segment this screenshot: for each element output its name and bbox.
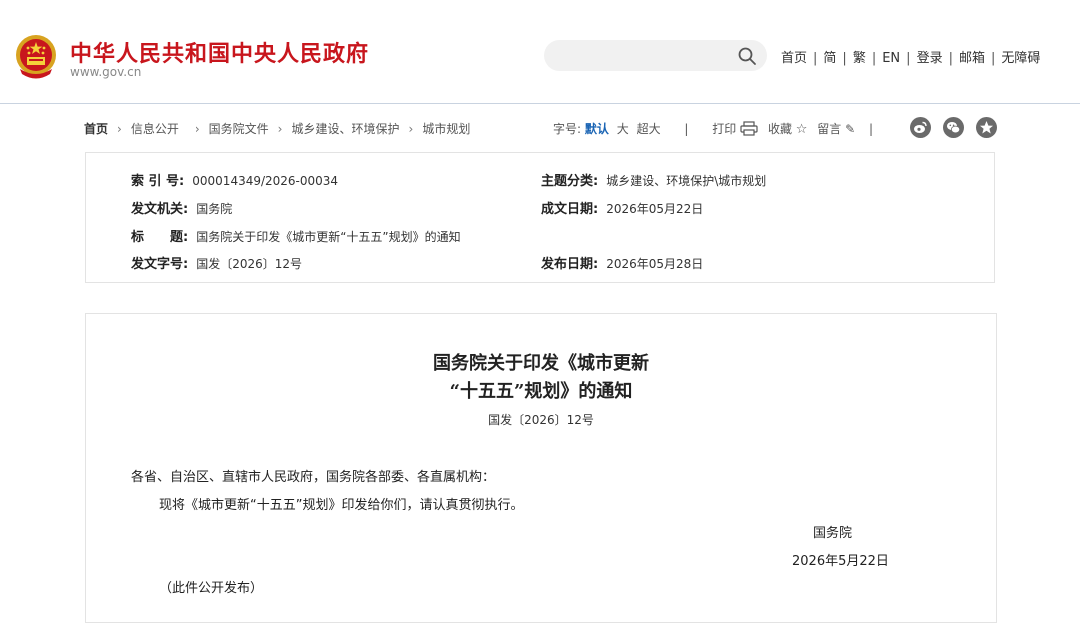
document-paragraph: 现将《城市更新“十五五”规划》印发给你们，请认真贯彻执行。 xyxy=(159,498,524,513)
weibo-share-button[interactable] xyxy=(910,117,931,138)
meta-title-value: 国务院关于印发《城市更新“十五五”规划》的通知 xyxy=(196,230,461,244)
chevron-right-icon: › xyxy=(277,122,283,136)
chevron-right-icon: › xyxy=(117,122,122,136)
comment-button[interactable]: 留言 ✎ xyxy=(817,122,859,136)
header-divider xyxy=(0,103,1080,104)
chevron-right-icon: › xyxy=(408,122,414,136)
nav-separator: | xyxy=(906,51,911,66)
meta-issuer-label: 发文机关: xyxy=(131,202,189,217)
site-header: 中华人民共和国中央人民政府 www.gov.cn 首页 | 简 | 繁 | EN | 登录 | 邮箱… xyxy=(0,0,1080,104)
document-signature: 国务院 xyxy=(813,526,853,541)
printer-icon xyxy=(740,121,758,136)
favorite-button[interactable]: 收藏 ☆ xyxy=(767,122,811,137)
tools-separator: | xyxy=(869,122,874,136)
pencil-icon: ✎ xyxy=(845,122,856,136)
nav-separator: | xyxy=(990,51,996,66)
breadcrumb-urban-planning[interactable]: 城市规划 xyxy=(422,122,470,136)
national-emblem-icon xyxy=(16,35,56,79)
meta-category-row: 主题分类: 城乡建设、环境保护\城市规划 xyxy=(541,170,766,189)
document-public-note: （此件公开发布） xyxy=(159,581,264,596)
wechat-icon xyxy=(947,122,961,134)
meta-published-date-value: 2026年05月28日 xyxy=(606,257,704,271)
site-title[interactable]: 中华人民共和国中央人民政府 xyxy=(70,36,369,68)
meta-issuer-row: 发文机关: 国务院 xyxy=(131,198,232,217)
document-body: 国务院关于印发《城市更新 “十五五”规划》的通知 国发〔2026〕12号 各省、… xyxy=(85,313,997,623)
document-title: 国务院关于印发《城市更新 “十五五”规划》的通知 xyxy=(86,350,996,406)
meta-category-value: 城乡建设、环境保护\城市规划 xyxy=(606,174,767,188)
chevron-right-icon: › xyxy=(194,122,200,136)
font-xlarge-button[interactable]: 超大 xyxy=(637,122,661,136)
breadcrumb: 首页 › 信息公开 › 国务院文件 › 城乡建设、环境保护 › 城市规划 xyxy=(84,120,470,137)
nav-traditional[interactable]: 繁 xyxy=(853,51,866,66)
wechat-share-button[interactable] xyxy=(943,117,964,138)
meta-written-date-label: 成文日期: xyxy=(541,202,599,217)
tools-separator: | xyxy=(684,122,689,136)
breadcrumb-info-public[interactable]: 信息公开 xyxy=(131,122,179,136)
star-icon: ☆ xyxy=(795,122,808,137)
document-title-line-1: 国务院关于印发《城市更新 xyxy=(433,353,649,374)
meta-title-row: 标 题: 国务院关于印发《城市更新“十五五”规划》的通知 xyxy=(131,226,461,245)
meta-index-row: 索 引 号: 000014349/2026-00034 xyxy=(131,170,338,189)
breadcrumb-urban-rural[interactable]: 城乡建设、环境保护 xyxy=(291,122,399,136)
meta-docno-row: 发文字号: 国发〔2026〕12号 xyxy=(131,253,302,272)
meta-index-value: 000014349/2026-00034 xyxy=(192,174,339,188)
nav-mail[interactable]: 邮箱 xyxy=(959,51,985,66)
breadcrumb-home[interactable]: 首页 xyxy=(84,122,108,136)
search-icon[interactable] xyxy=(737,46,757,66)
meta-category-label: 主题分类: xyxy=(541,174,599,189)
meta-written-date-row: 成文日期: 2026年05月22日 xyxy=(541,198,703,217)
nav-separator: | xyxy=(871,51,877,66)
favorite-label: 收藏 xyxy=(767,122,792,136)
meta-index-label: 索 引 号: xyxy=(131,174,185,189)
nav-simplified[interactable]: 简 xyxy=(823,51,836,66)
weibo-icon xyxy=(914,121,927,133)
nav-english[interactable]: EN xyxy=(882,51,900,66)
nav-separator: | xyxy=(813,51,818,66)
top-nav: 首页 | 简 | 繁 | EN | 登录 | 邮箱 | 无障碍 xyxy=(781,47,1040,66)
breadcrumb-state-council-docs[interactable]: 国务院文件 xyxy=(209,122,269,136)
qzone-share-button[interactable] xyxy=(976,117,997,138)
nav-accessibility[interactable]: 无障碍 xyxy=(1001,51,1040,66)
nav-login[interactable]: 登录 xyxy=(917,51,943,66)
document-meta-table: 索 引 号: 000014349/2026-00034 主题分类: 城乡建设、环境保… xyxy=(85,152,995,283)
search-box xyxy=(544,40,767,71)
document-title-line-2: “十五五”规划》的通知 xyxy=(449,381,633,402)
meta-published-date-label: 发布日期: xyxy=(541,257,599,272)
article-tools: 字号: 默认 大 超大 | 打印 收藏 ☆ 留言 ✎ | xyxy=(553,120,883,137)
font-large-button[interactable]: 大 xyxy=(617,122,629,136)
font-size-label: 字号: xyxy=(553,122,582,136)
meta-docno-label: 发文字号: xyxy=(131,257,189,272)
meta-written-date-value: 2026年05月22日 xyxy=(606,202,704,216)
nav-separator: | xyxy=(948,51,953,66)
nav-separator: | xyxy=(842,51,847,66)
qzone-icon xyxy=(980,121,993,134)
print-button[interactable]: 打印 xyxy=(712,121,762,136)
print-label: 打印 xyxy=(712,122,737,136)
document-salutation: 各省、自治区、直辖市人民政府，国务院各部委、各直属机构： xyxy=(131,470,496,485)
font-default-button[interactable]: 默认 xyxy=(585,122,609,136)
meta-issuer-value: 国务院 xyxy=(196,202,233,216)
nav-home[interactable]: 首页 xyxy=(781,51,807,66)
site-domain: www.gov.cn xyxy=(70,65,142,79)
comment-label: 留言 xyxy=(817,122,842,136)
meta-docno-value: 国发〔2026〕12号 xyxy=(196,257,303,271)
document-date: 2026年5月22日 xyxy=(792,554,889,569)
meta-title-label: 标 题: xyxy=(131,230,189,245)
meta-published-date-row: 发布日期: 2026年05月28日 xyxy=(541,253,703,272)
document-number: 国发〔2026〕12号 xyxy=(488,413,594,427)
search-input[interactable] xyxy=(558,45,732,67)
